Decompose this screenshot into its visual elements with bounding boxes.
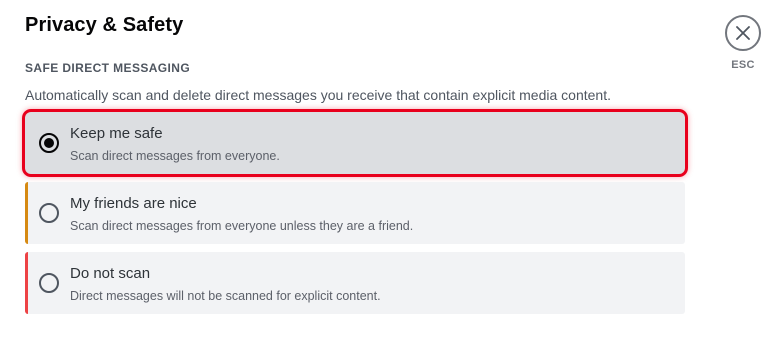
option-do-not-scan[interactable]: Do not scan Direct messages will not be … (25, 252, 685, 314)
radio-keep-me-safe[interactable] (39, 133, 59, 153)
option-description: Scan direct messages from everyone. (70, 149, 280, 163)
section-header: SAFE DIRECT MESSAGING (25, 61, 191, 75)
option-label: Do not scan (70, 265, 151, 282)
option-description: Direct messages will not be scanned for … (70, 289, 381, 303)
option-label: My friends are nice (70, 195, 197, 212)
option-keep-me-safe[interactable]: Keep me safe Scan direct messages from e… (25, 112, 685, 174)
close-icon (736, 26, 750, 40)
radio-do-not-scan[interactable] (39, 273, 59, 293)
close-button[interactable] (725, 15, 761, 51)
close-area: ESC (722, 15, 764, 71)
radio-selected-dot (44, 138, 54, 148)
close-hint-label: ESC (731, 59, 755, 71)
radio-my-friends-are-nice[interactable] (39, 203, 59, 223)
option-my-friends-are-nice[interactable]: My friends are nice Scan direct messages… (25, 182, 685, 244)
option-label: Keep me safe (70, 125, 163, 142)
page-title: Privacy & Safety (25, 14, 184, 36)
option-description: Scan direct messages from everyone unles… (70, 219, 414, 233)
section-description: Automatically scan and delete direct mes… (25, 87, 611, 103)
